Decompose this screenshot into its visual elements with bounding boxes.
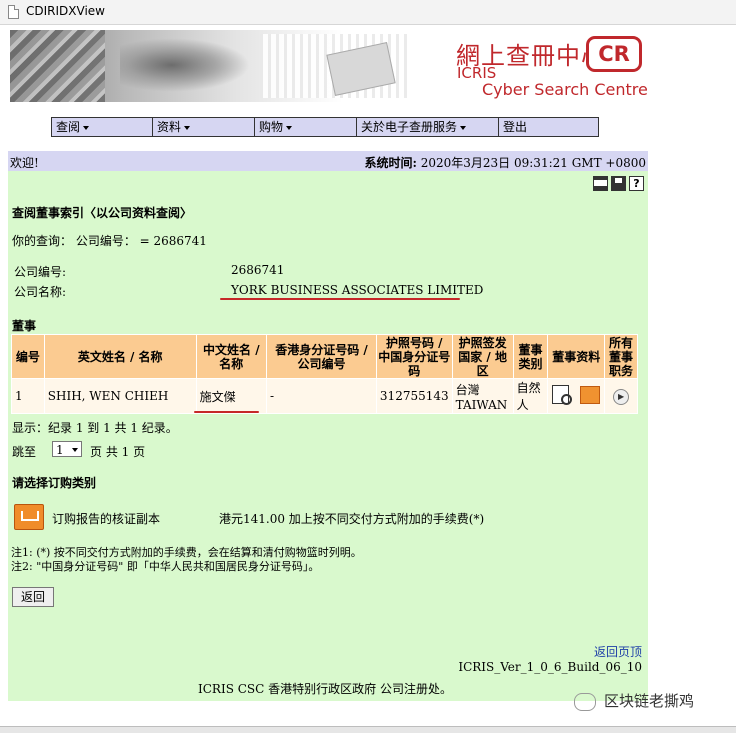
- toolbar-icons: ?: [593, 176, 644, 191]
- print-icon[interactable]: [593, 176, 608, 191]
- col-country: 护照签发国家 / 地区: [451, 334, 514, 379]
- col-category: 董事类别: [512, 334, 549, 379]
- window-title: CDIRIDXView: [26, 4, 105, 18]
- col-all-directorships: 所有董事职务: [604, 334, 638, 379]
- order-section-title: 请选择订购类别: [12, 476, 97, 490]
- red-underline-chinese-name: [194, 411, 259, 413]
- company-no-value: 2686741: [231, 263, 285, 277]
- col-hkid: 香港身分证号码 / 公司编号: [266, 334, 377, 379]
- col-english-name: 英文姓名 / 名称: [43, 334, 197, 379]
- back-to-top-link[interactable]: 返回页顶: [594, 643, 642, 660]
- page-count: 页 共 1 页: [90, 445, 146, 459]
- company-name-label: 公司名称:: [14, 285, 67, 299]
- cell-passport: 312755143: [375, 378, 453, 414]
- save-icon[interactable]: [611, 176, 626, 191]
- system-time: 系统时间: 2020年3月23日 09:31:21 GMT +0800: [364, 156, 646, 170]
- table-row: 1 SHIH, WEN CHIEH 施文傑 - 312755143 台灣 TAIW…: [11, 378, 638, 414]
- banner-collage-globe: [120, 38, 250, 92]
- page-title: 查阅董事索引〈以公司资料查阅〉: [12, 206, 193, 220]
- cell-all-directorships: ▶: [604, 378, 638, 414]
- menu-info[interactable]: 资料: [153, 118, 255, 136]
- document-icon: [8, 5, 19, 19]
- menu-logout[interactable]: 登出: [499, 118, 596, 136]
- header-strip: 欢迎! 系统时间: 2020年3月23日 09:31:21 GMT +0800: [8, 151, 648, 171]
- cr-logo: CR: [586, 36, 642, 72]
- shopping-cart-icon[interactable]: [580, 386, 601, 404]
- query-summary: 你的查询： 公司编号： = 2686741: [12, 234, 207, 248]
- main-content: 欢迎! 系统时间: 2020年3月23日 09:31:21 GMT +0800 …: [8, 151, 648, 701]
- red-underline-company-name: [220, 298, 460, 300]
- caret-down-icon: [460, 125, 467, 130]
- jump-label: 跳至: [12, 445, 37, 459]
- cell-category: 自然人: [512, 378, 549, 414]
- arrow-right-circle-icon[interactable]: ▶: [613, 388, 630, 405]
- back-button[interactable]: 返回: [12, 587, 54, 607]
- menu-shopping[interactable]: 购物: [255, 118, 357, 136]
- order-item-price: 港元141.00 加上按不同交付方式附加的手续费(*): [219, 512, 485, 526]
- icris-banner: 網上查冊中心 CR ICRIS Cyber Search Centre: [10, 30, 650, 102]
- col-passport: 护照号码 / 中国身分证号码: [375, 334, 453, 379]
- caret-down-icon: [184, 125, 191, 130]
- main-menubar: 查阅 资料 购物 关於电子查册服务 登出: [51, 117, 599, 137]
- welcome-text: 欢迎!: [10, 156, 39, 170]
- col-director-info: 董事资料: [547, 334, 606, 379]
- section-directors: 董事: [12, 319, 37, 333]
- order-item-label: 订购报告的核证副本: [52, 512, 161, 526]
- menu-about[interactable]: 关於电子查册服务: [357, 118, 499, 136]
- help-icon[interactable]: ?: [629, 176, 644, 191]
- cell-director-info: [547, 378, 606, 414]
- watermark: 区块链老撕鸡: [574, 690, 694, 711]
- caret-down-icon: [83, 125, 90, 130]
- caret-down-icon: [72, 448, 78, 452]
- company-name-value: YORK BUSINESS ASSOCIATES LIMITED: [231, 283, 484, 297]
- caret-down-icon: [286, 125, 293, 130]
- page-select[interactable]: 1: [52, 441, 82, 457]
- cell-hkid: -: [266, 378, 377, 414]
- menu-search[interactable]: 查阅: [52, 118, 153, 136]
- banner-collage: [10, 30, 105, 102]
- company-no-label: 公司编号:: [14, 265, 67, 279]
- records-display: 显示：纪录 1 到 1 共 1 纪录。: [12, 421, 178, 435]
- window-titlebar: CDIRIDXView: [0, 0, 736, 25]
- cell-no: 1: [11, 378, 45, 414]
- cell-english-name: SHIH, WEN CHIEH: [43, 378, 197, 414]
- shopping-cart-icon[interactable]: [14, 504, 44, 530]
- note-2: 注2: "中国身分证号码" 即「中华人民共和国居民身分证号码」。: [11, 560, 320, 573]
- cell-chinese-name: 施文傑: [195, 378, 268, 414]
- wechat-icon: [574, 692, 596, 711]
- view-document-icon[interactable]: [552, 385, 573, 405]
- cell-country: 台灣 TAIWAN: [451, 378, 514, 414]
- directors-table: 编号 英文姓名 / 名称 中文姓名 / 名称 香港身分证号码 / 公司编号 护照…: [11, 334, 638, 414]
- table-header-row: 编号 英文姓名 / 名称 中文姓名 / 名称 香港身分证号码 / 公司编号 护照…: [11, 334, 638, 379]
- banner-cyber-search-centre: Cyber Search Centre: [482, 80, 648, 99]
- col-chinese-name: 中文姓名 / 名称: [195, 334, 268, 379]
- col-no: 编号: [11, 334, 45, 379]
- version-text: ICRIS_Ver_1_0_6_Build_06_10: [458, 660, 642, 674]
- footer-credit: ICRIS CSC 香港特别行政区政府 公司注册处。: [198, 682, 452, 696]
